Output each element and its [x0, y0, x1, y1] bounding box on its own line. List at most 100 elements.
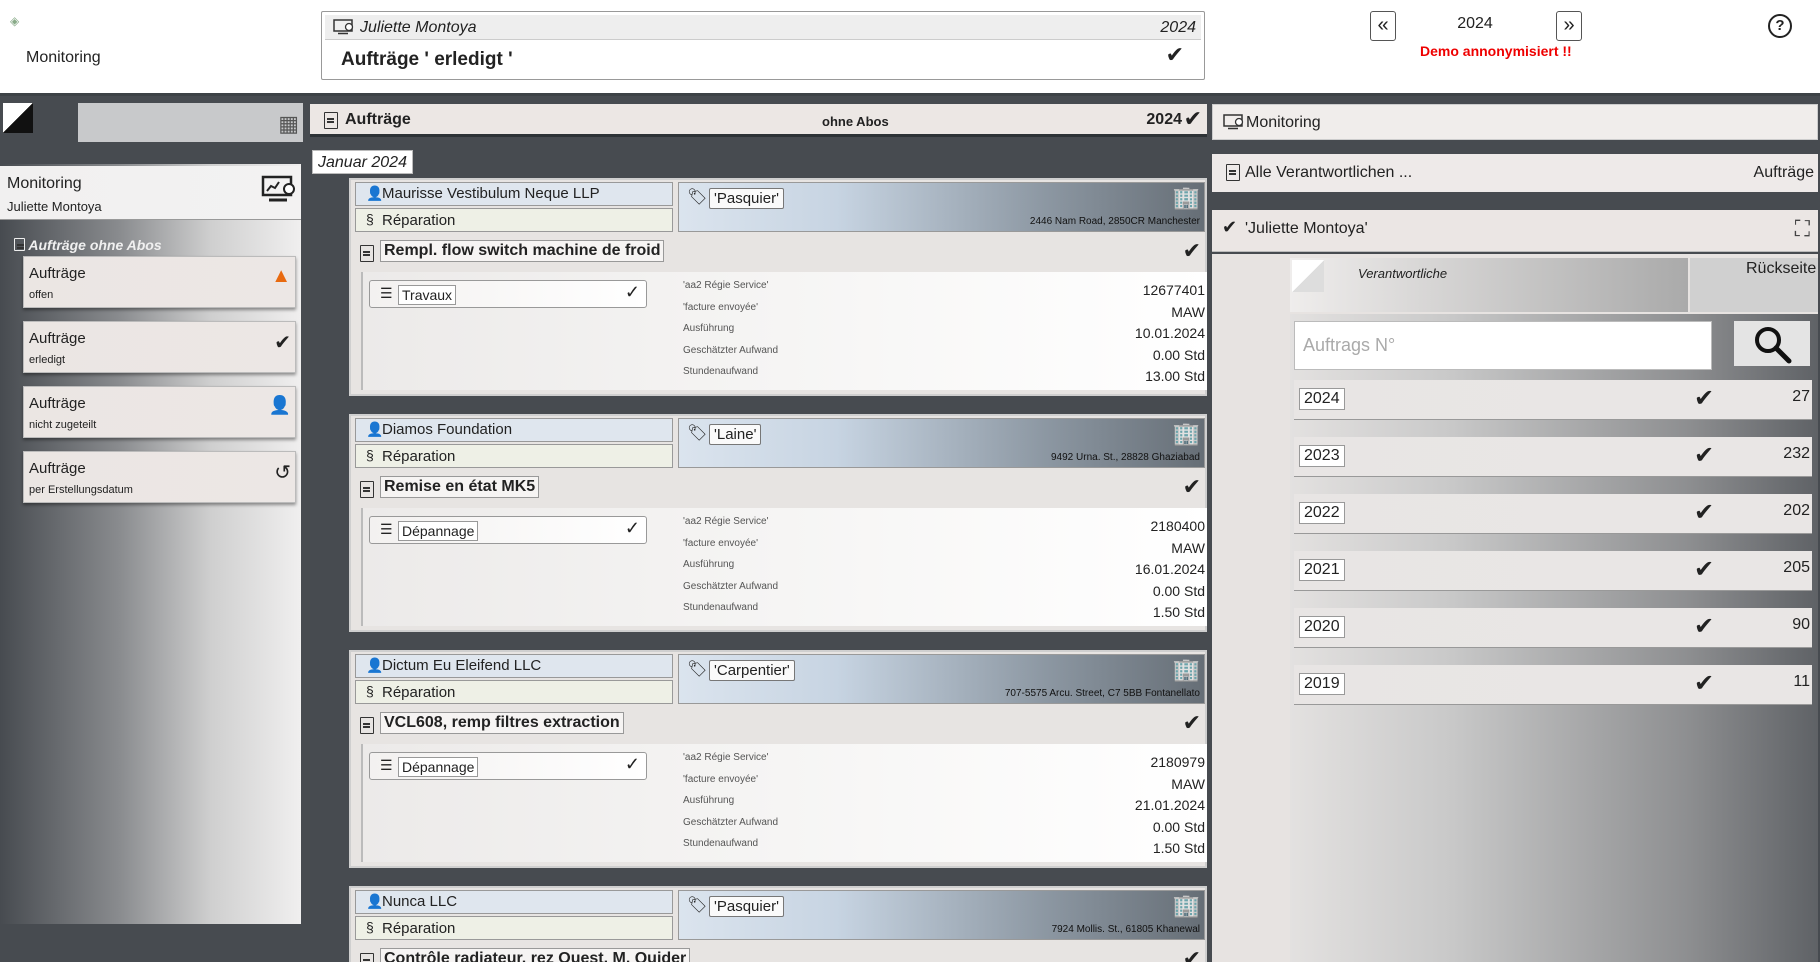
- grid-icon[interactable]: ▦: [278, 111, 299, 137]
- order-title[interactable]: Contrôle radiateur, rez Ouest, M. Quider: [380, 948, 691, 962]
- field-row: 'facture envoyée' MAW: [683, 302, 1205, 320]
- order-category[interactable]: ☰ Dépannage ✓: [369, 752, 647, 780]
- focus-icon[interactable]: ⛶: [1795, 216, 1810, 242]
- order-card[interactable]: 👤 Maurisse Vestibulum Neque LLP § Répara…: [349, 178, 1207, 396]
- year-row[interactable]: 2020 ✔ 90: [1294, 608, 1812, 648]
- prev-year-button[interactable]: «: [1370, 11, 1396, 41]
- order-address: 2446 Nam Road, 2850CR Manchester: [1029, 216, 1200, 227]
- order-customer[interactable]: 👤 Nunca LLC: [355, 890, 673, 914]
- left-monitoring-title: Monitoring: [7, 175, 82, 192]
- selected-person-name: 'Juliette Montoya': [1245, 220, 1368, 237]
- document-icon: [14, 238, 25, 251]
- order-title-row: Remise en état MK5 ✔: [355, 474, 1205, 504]
- help-icon[interactable]: ?: [1768, 14, 1792, 38]
- year-label: 2020: [1299, 616, 1345, 638]
- order-location[interactable]: 🏷 'Pasquier' 🏢 2446 Nam Road, 2850CR Man…: [678, 182, 1205, 232]
- check-icon[interactable]: ✔: [1166, 42, 1184, 68]
- order-customer[interactable]: 👤 Diamos Foundation: [355, 418, 673, 442]
- field-row: 'aa2 Régie Service' 2180979: [683, 752, 1205, 770]
- person-icon: 👤: [366, 185, 384, 201]
- order-title[interactable]: Rempl. flow switch machine de froid: [380, 240, 665, 262]
- order-card[interactable]: 👤 Dictum Eu Eleifend LLC § Réparation 🏷 …: [349, 650, 1207, 868]
- paragraph-icon: §: [366, 211, 374, 227]
- document-icon: [324, 112, 338, 129]
- top-header: ◈ Monitoring Juliette Montoya 2024 Auftr…: [0, 0, 1820, 96]
- check-icon[interactable]: ✔: [1183, 946, 1201, 962]
- document-icon: [360, 245, 374, 262]
- building-icon: 🏢: [1172, 421, 1200, 446]
- order-type: § Réparation: [355, 444, 673, 468]
- field-row: 'aa2 Régie Service' 2180400: [683, 516, 1205, 534]
- left-item-erstellungsdatum[interactable]: Aufträge per Erstellungsdatum ↺: [23, 451, 296, 503]
- check-icon[interactable]: ✔: [1183, 710, 1201, 736]
- order-tag: 'Carpentier': [709, 660, 795, 681]
- page-corner-icon[interactable]: [1292, 260, 1324, 292]
- collapse-corner-button[interactable]: [3, 103, 33, 133]
- order-location[interactable]: 🏷 'Laine' 🏢 9492 Urna. St., 28828 Ghazia…: [678, 418, 1205, 468]
- check-icon[interactable]: ✔: [1184, 106, 1202, 132]
- year-row[interactable]: 2023 ✔ 232: [1294, 437, 1812, 477]
- field-row: Geschätzter Aufwand 0.00 Std: [683, 817, 1205, 835]
- year-row[interactable]: 2022 ✔ 202: [1294, 494, 1812, 534]
- check-icon: ✔: [1694, 556, 1715, 583]
- left-item-sub: offen: [29, 289, 54, 301]
- order-type: § Réparation: [355, 208, 673, 232]
- order-number-input-wrapper: [1294, 321, 1712, 370]
- check-icon: ✔: [1694, 670, 1715, 697]
- order-number-input[interactable]: [1295, 322, 1711, 369]
- order-card[interactable]: 👤 Nunca LLC § Réparation 🏷 'Pasquier' 🏢 …: [349, 886, 1207, 962]
- order-type: § Réparation: [355, 680, 673, 704]
- left-item-title: Aufträge: [29, 265, 86, 282]
- page-title: Aufträge ' erledigt ': [341, 49, 513, 70]
- left-monitoring-user: Juliette Montoya: [7, 199, 102, 214]
- order-location[interactable]: 🏷 'Pasquier' 🏢 7924 Mollis. St., 61805 K…: [678, 890, 1205, 940]
- check-icon[interactable]: ✔: [1183, 238, 1201, 264]
- year-row[interactable]: 2021 ✔ 205: [1294, 551, 1812, 591]
- left-monitoring-card[interactable]: Monitoring Juliette Montoya: [0, 166, 301, 220]
- history-icon: ↺: [274, 462, 291, 484]
- right-monitoring-header[interactable]: Monitoring: [1212, 104, 1818, 140]
- paragraph-icon: §: [366, 683, 374, 699]
- next-year-button[interactable]: »: [1556, 11, 1582, 41]
- order-category[interactable]: ☰ Dépannage ✓: [369, 516, 647, 544]
- left-item-erledigt[interactable]: Aufträge erledigt ✔: [23, 321, 296, 373]
- order-details: ☰ Dépannage ✓ 'aa2 Régie Service' 2180400…: [361, 508, 1207, 626]
- year-count: 232: [1783, 445, 1810, 462]
- year-count: 11: [1793, 673, 1810, 690]
- year-row[interactable]: 2024 ✔ 27: [1294, 380, 1812, 420]
- year-row[interactable]: 2019 ✔ 11: [1294, 665, 1812, 705]
- order-card[interactable]: 👤 Diamos Foundation § Réparation 🏷 'Lain…: [349, 414, 1207, 632]
- selected-person[interactable]: ✔ 'Juliette Montoya' ⛶: [1212, 210, 1818, 252]
- order-category[interactable]: ☰ Travaux ✓: [369, 280, 647, 308]
- back-button[interactable]: Rückseite: [1690, 258, 1818, 312]
- tab-verantwortliche[interactable]: Verantwortliche: [1290, 258, 1688, 312]
- order-title[interactable]: VCL608, remp filtres extraction: [380, 712, 624, 734]
- left-item-nicht-zugeteilt[interactable]: Aufträge nicht zugeteilt 👤: [23, 386, 296, 438]
- responsible-filter[interactable]: Alle Verantwortlichen ... Aufträge: [1212, 154, 1818, 192]
- order-customer[interactable]: 👤 Dictum Eu Eleifend LLC: [355, 654, 673, 678]
- check-icon: ✓: [624, 754, 640, 774]
- nav-year: 2024: [1457, 15, 1493, 32]
- center-mode: ohne Abos: [822, 114, 889, 129]
- list-icon: ☰: [380, 757, 393, 773]
- person-icon: 👤: [366, 893, 384, 909]
- list-icon: ☰: [380, 521, 393, 537]
- check-icon[interactable]: ✔: [1183, 474, 1201, 500]
- building-icon: 🏢: [1172, 657, 1200, 682]
- left-item-offen[interactable]: Aufträge offen ▲: [23, 256, 296, 308]
- order-title[interactable]: Remise en état MK5: [380, 476, 540, 498]
- paragraph-icon: §: [366, 919, 374, 935]
- search-button[interactable]: [1734, 321, 1810, 366]
- field-row: 'facture envoyée' MAW: [683, 774, 1205, 792]
- center-year: 2024: [1146, 111, 1182, 128]
- order-address: 7924 Mollis. St., 61805 Khanewal: [1051, 924, 1200, 935]
- month-label: Januar 2024: [312, 150, 413, 174]
- context-title-bar: Juliette Montoya 2024: [325, 15, 1201, 40]
- order-tag: 'Pasquier': [709, 188, 784, 209]
- order-location[interactable]: 🏷 'Carpentier' 🏢 707-5575 Arcu. Street, …: [678, 654, 1205, 704]
- year-count: 205: [1783, 559, 1810, 576]
- check-icon: ✔: [274, 332, 291, 354]
- building-icon: 🏢: [1172, 185, 1200, 210]
- person-minus-icon: 👤: [268, 395, 291, 415]
- order-customer[interactable]: 👤 Maurisse Vestibulum Neque LLP: [355, 182, 673, 206]
